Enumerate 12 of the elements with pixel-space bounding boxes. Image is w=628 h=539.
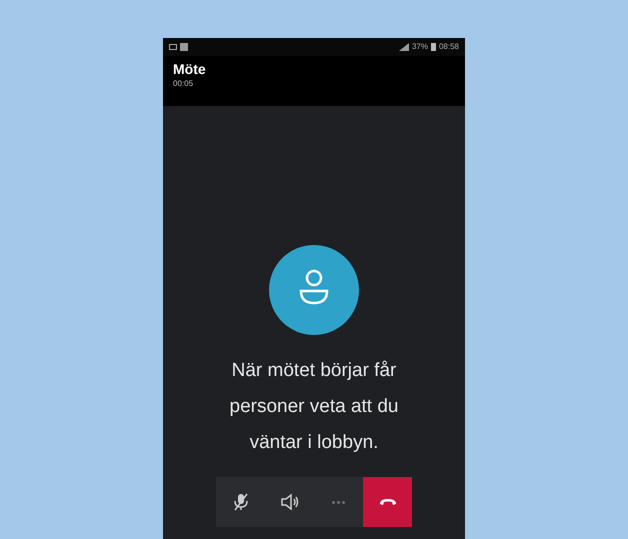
lobby-message: När mötet börjar får personer veta att du väntar i lobbyn. <box>228 359 400 455</box>
battery-icon <box>430 43 436 51</box>
speaker-icon <box>280 492 300 512</box>
meeting-title: Möte <box>173 60 207 78</box>
avatar-icon <box>269 245 359 335</box>
status-time: 08:58 <box>438 41 459 53</box>
image-icon <box>180 43 188 51</box>
more-icon <box>332 500 345 504</box>
signal-icon <box>398 43 409 51</box>
notification-icon <box>169 43 177 51</box>
battery-percentage: 37% <box>412 41 428 53</box>
call-duration: 00:05 <box>173 78 194 90</box>
